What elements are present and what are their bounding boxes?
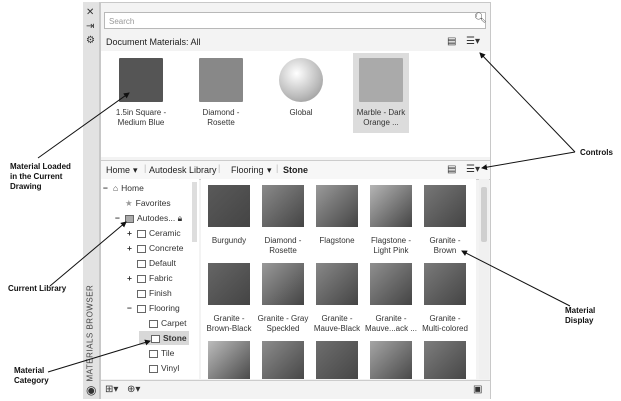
annotation-controls: Controls	[580, 148, 613, 157]
annotation-material-category: Material Category	[14, 366, 49, 385]
annotation-material-loaded: Material Loaded in the Current Drawing	[10, 162, 71, 191]
annotation-arrows	[37, 52, 576, 373]
annotation-material-display: Material Display	[565, 306, 596, 325]
annotation-current-library: Current Library	[8, 284, 67, 293]
